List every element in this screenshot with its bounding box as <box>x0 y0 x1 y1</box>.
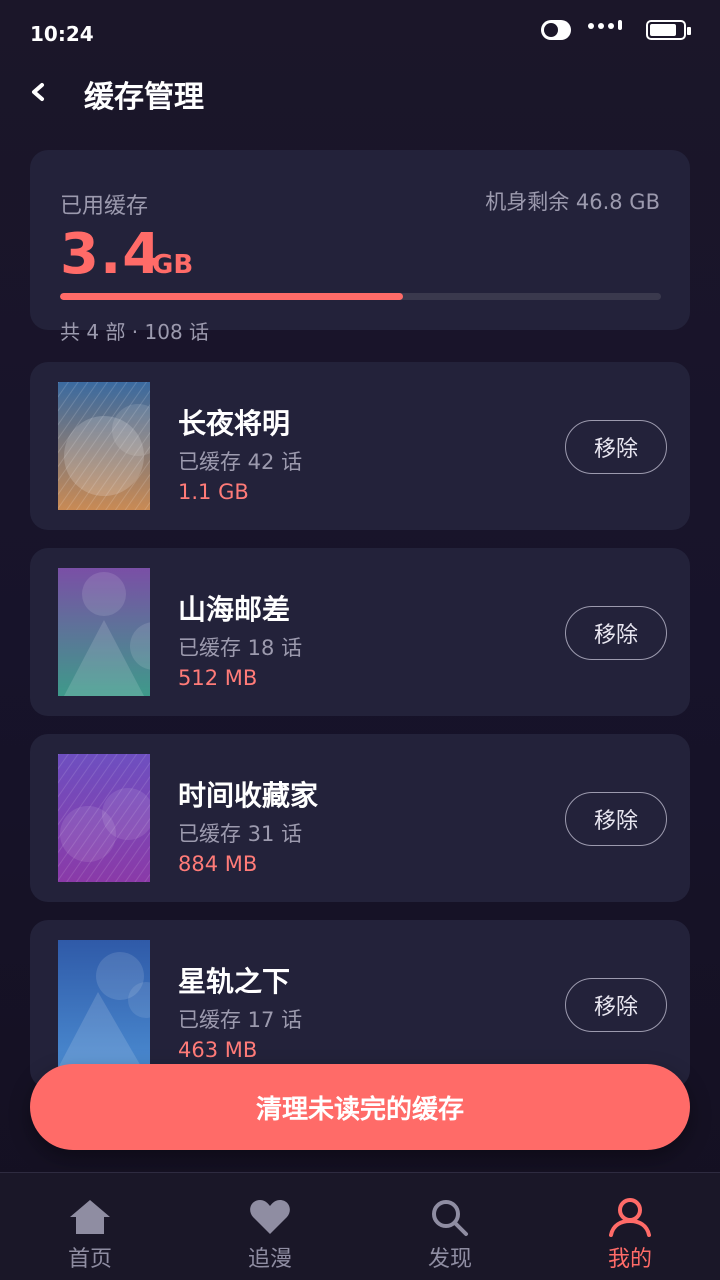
remove-button[interactable]: 移除 <box>565 792 667 846</box>
comic-title: 星轨之下 <box>178 965 291 998</box>
comic-title: 长夜将明 <box>178 407 291 440</box>
cached-comic-item: 星轨之下 已缓存 17 话 463 MB 移除 <box>30 920 690 1088</box>
cached-comic-item: 长夜将明 已缓存 42 话 1.1 GB 移除 <box>30 362 690 530</box>
signal-dots-icon <box>588 18 624 34</box>
comic-cover <box>58 754 150 882</box>
remove-button[interactable]: 移除 <box>565 420 667 474</box>
device-free-label: 机身剩余 46.8 GB <box>485 190 660 214</box>
battery-icon <box>646 20 691 40</box>
used-cache-unit: GB <box>152 250 194 280</box>
remove-button[interactable]: 移除 <box>565 978 667 1032</box>
comic-episode-count: 已缓存 18 话 <box>178 636 303 660</box>
comic-cover <box>58 382 150 510</box>
profile-icon <box>609 1198 651 1237</box>
comic-cache-size: 463 MB <box>178 1038 258 1062</box>
used-cache-label: 已用缓存 <box>60 194 149 219</box>
cached-comic-item: 山海邮差 已缓存 18 话 512 MB 移除 <box>30 548 690 716</box>
bottom-navigation: 首页 追漫 发现 我的 <box>0 1172 720 1280</box>
storage-summary-card: 已用缓存 机身剩余 46.8 GB 3.4 GB 共 4 部 · 108 话 <box>30 150 690 344</box>
comic-cache-size: 1.1 GB <box>178 480 249 504</box>
nav-item-following[interactable]: 追漫 <box>180 1173 360 1280</box>
storage-progress-bar <box>60 293 661 300</box>
nav-label-following: 追漫 <box>247 1247 292 1272</box>
comic-cache-size: 884 MB <box>178 852 258 876</box>
status-bar: 10:24 <box>0 0 720 64</box>
header: 缓存管理 <box>0 64 720 120</box>
comic-episode-count: 已缓存 17 话 <box>178 1008 303 1032</box>
comic-title: 山海邮差 <box>178 593 291 626</box>
page-title: 缓存管理 <box>84 80 204 115</box>
home-icon <box>70 1200 110 1234</box>
heart-icon <box>250 1200 290 1234</box>
cache-count-summary: 共 4 部 · 108 话 <box>60 320 210 344</box>
chevron-left-icon <box>32 83 44 101</box>
status-time: 10:24 <box>30 22 94 46</box>
storage-progress-fill <box>60 293 403 300</box>
back-button[interactable] <box>22 74 58 110</box>
comic-cover <box>58 568 150 696</box>
comic-title: 时间收藏家 <box>178 779 319 812</box>
nav-item-discover[interactable]: 发现 <box>360 1173 540 1280</box>
comic-episode-count: 已缓存 42 话 <box>178 450 303 474</box>
comic-episode-count: 已缓存 31 话 <box>178 822 303 846</box>
cached-comic-item: 时间收藏家 已缓存 31 话 884 MB 移除 <box>30 734 690 902</box>
remove-button[interactable]: 移除 <box>565 606 667 660</box>
clear-unread-cache-button[interactable]: 清理未读完的缓存 <box>30 1064 690 1150</box>
comic-cache-size: 512 MB <box>178 666 258 690</box>
nav-label-discover: 发现 <box>427 1247 472 1272</box>
comic-cover <box>58 940 150 1068</box>
nav-label-home: 首页 <box>67 1247 112 1272</box>
nav-item-profile[interactable]: 我的 <box>540 1173 720 1280</box>
used-cache-value: 3.4 <box>60 222 163 287</box>
nav-item-home[interactable]: 首页 <box>0 1173 180 1280</box>
status-toggle-icon <box>541 20 571 40</box>
nav-label-profile: 我的 <box>607 1247 652 1272</box>
search-icon <box>432 1200 468 1236</box>
